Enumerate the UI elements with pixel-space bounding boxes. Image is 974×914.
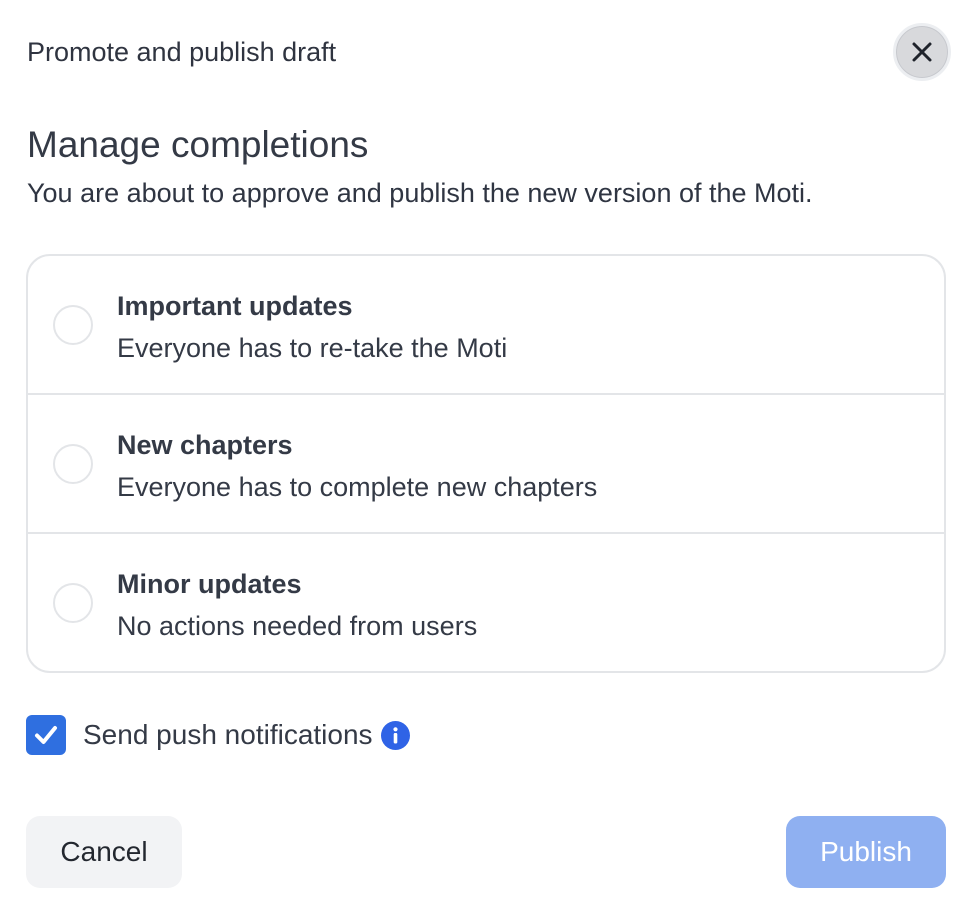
option-title: Minor updates: [117, 569, 302, 599]
radio-important-updates[interactable]: [53, 304, 93, 345]
publish-button[interactable]: Publish: [786, 816, 946, 888]
section-description: You are about to approve and publish the…: [27, 178, 813, 208]
cancel-button[interactable]: Cancel: [26, 816, 182, 888]
info-icon[interactable]: [380, 720, 410, 750]
push-notifications-checkbox[interactable]: [26, 715, 66, 755]
completion-options: Important updates Everyone has to re-tak…: [26, 254, 946, 673]
option-description: No actions needed from users: [117, 611, 478, 641]
checkmark-icon: [35, 726, 57, 744]
dialog-title: Promote and publish draft: [27, 37, 337, 67]
radio-new-chapters[interactable]: [53, 443, 93, 484]
info-glyph-icon: [392, 726, 398, 743]
option-description: Everyone has to re-take the Moti: [117, 333, 508, 363]
option-description: Everyone has to complete new chapters: [117, 472, 598, 502]
section-heading: Manage completions: [27, 124, 369, 165]
radio-minor-updates[interactable]: [53, 582, 93, 623]
publish-dialog: Promote and publish draft Manage complet…: [0, 0, 974, 914]
push-notifications-row: Send push notifications: [26, 714, 410, 756]
option-title: Important updates: [117, 291, 353, 321]
option-important-updates[interactable]: Important updates Everyone has to re-tak…: [28, 256, 944, 395]
option-new-chapters[interactable]: New chapters Everyone has to complete ne…: [28, 395, 944, 534]
option-title: New chapters: [117, 430, 293, 460]
push-notifications-label[interactable]: Send push notifications: [83, 717, 373, 753]
close-button[interactable]: [893, 23, 951, 81]
close-icon: [912, 42, 932, 62]
option-minor-updates[interactable]: Minor updates No actions needed from use…: [28, 534, 944, 671]
